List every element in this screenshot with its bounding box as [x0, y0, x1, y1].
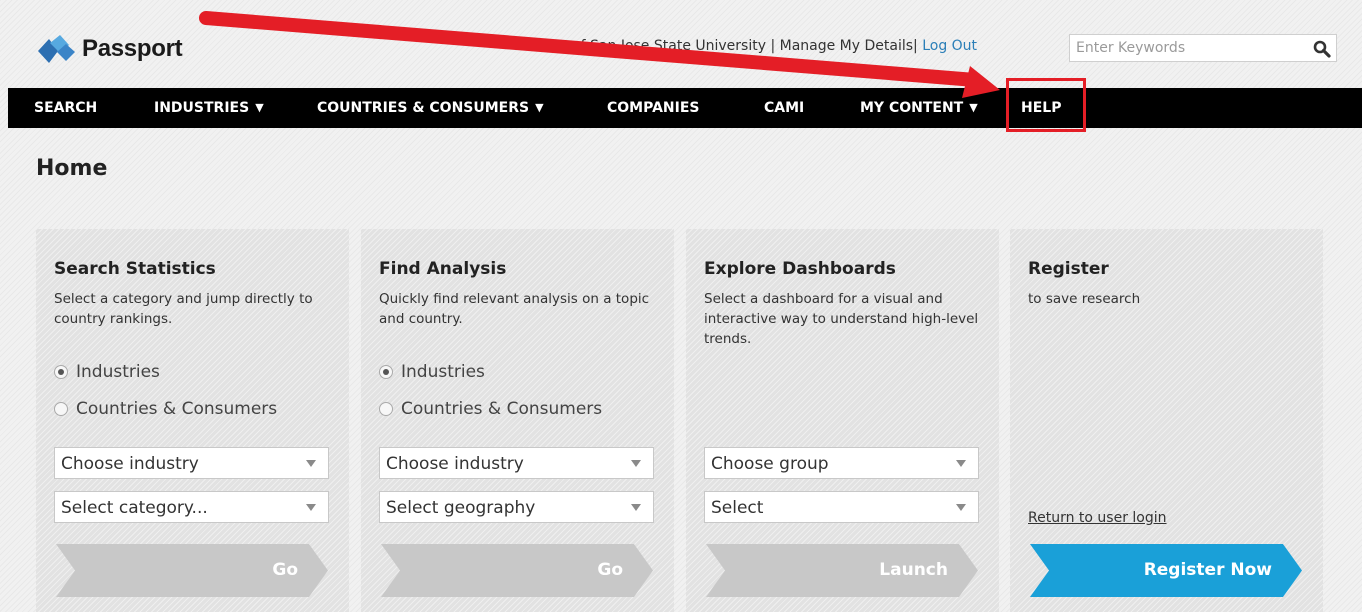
- select-arrow-icon: [956, 504, 966, 511]
- radio-label: Industries: [401, 362, 485, 382]
- select-arrow-icon: [306, 460, 316, 467]
- nav-my-content[interactable]: MY CONTENT ▼: [860, 88, 978, 128]
- select-value: Choose group: [711, 454, 829, 474]
- select-arrow-icon: [306, 504, 316, 511]
- explore-dashboards-card: Explore Dashboards Select a dashboard fo…: [686, 229, 999, 612]
- nav-countries-consumers[interactable]: COUNTRIES & CONSUMERS ▼: [317, 88, 544, 128]
- dropdown-caret-icon: ▼: [969, 101, 978, 114]
- card-title: Search Statistics: [54, 259, 216, 279]
- launch-button-label: Launch: [879, 560, 948, 580]
- nav-cami-label: CAMI: [764, 100, 805, 116]
- nav-industries[interactable]: INDUSTRIES ▼: [154, 88, 264, 128]
- go-button-label: Go: [597, 560, 623, 580]
- select-arrow-icon: [631, 504, 641, 511]
- logout-link[interactable]: Log Out: [922, 38, 977, 54]
- radio-label: Countries & Consumers: [401, 399, 603, 419]
- radio-button-icon[interactable]: [379, 365, 393, 379]
- radio-industries[interactable]: Industries: [379, 362, 485, 382]
- select-value: Choose industry: [61, 454, 199, 474]
- nav-search-label: SEARCH: [34, 100, 98, 116]
- radio-countries-consumers[interactable]: Countries & Consumers: [379, 399, 602, 419]
- return-to-login-link[interactable]: Return to user login: [1028, 510, 1167, 526]
- card-title: Find Analysis: [379, 259, 507, 279]
- page-title: Home: [36, 156, 108, 181]
- radio-label: Countries & Consumers: [76, 399, 278, 419]
- radio-button-icon[interactable]: [54, 402, 68, 416]
- nav-search[interactable]: SEARCH: [34, 88, 97, 128]
- main-nav: SEARCH INDUSTRIES ▼ COUNTRIES & CONSUMERS…: [8, 88, 1362, 128]
- search-icon[interactable]: [1312, 39, 1332, 59]
- nav-companies[interactable]: COMPANIES: [607, 88, 700, 128]
- card-title: Register: [1028, 259, 1109, 279]
- logo-text: Passport: [82, 35, 183, 62]
- select-category-select[interactable]: Select category...: [54, 491, 329, 523]
- card-description: Select a category and jump directly to c…: [54, 291, 313, 327]
- search-input[interactable]: [1070, 35, 1312, 61]
- choose-industry-select[interactable]: Choose industry: [379, 447, 654, 479]
- nav-my-content-label: MY CONTENT: [860, 100, 964, 116]
- launch-button[interactable]: Launch: [706, 544, 978, 597]
- passport-logo[interactable]: Passport: [36, 32, 183, 66]
- select-value: Choose industry: [386, 454, 524, 474]
- register-now-button[interactable]: Register Now: [1030, 544, 1302, 597]
- go-button[interactable]: Go: [56, 544, 328, 597]
- go-button[interactable]: Go: [381, 544, 653, 597]
- go-button-label: Go: [272, 560, 298, 580]
- card-description: to save research: [1028, 291, 1141, 307]
- register-now-label: Register Now: [1143, 560, 1272, 580]
- card-description: Select a dashboard for a visual and inte…: [704, 291, 979, 347]
- radio-label: Industries: [76, 362, 160, 382]
- radio-button-icon[interactable]: [379, 402, 393, 416]
- search-statistics-card: Search Statistics Select a category and …: [36, 229, 349, 612]
- find-analysis-card: Find Analysis Quickly find relevant anal…: [361, 229, 674, 612]
- radio-industries[interactable]: Industries: [54, 362, 160, 382]
- account-links: Part of San Jose State University | Mana…: [540, 38, 977, 54]
- choose-industry-select[interactable]: Choose industry: [54, 447, 329, 479]
- account-text: Part of San Jose State University | Mana…: [540, 38, 918, 54]
- card-description: Quickly find relevant analysis on a topi…: [379, 291, 650, 327]
- nav-countries-consumers-label: COUNTRIES & CONSUMERS: [317, 100, 530, 116]
- select-dashboard-select[interactable]: Select: [704, 491, 979, 523]
- dropdown-caret-icon: ▼: [535, 101, 544, 114]
- select-geography-select[interactable]: Select geography: [379, 491, 654, 523]
- register-card: Register to save research Return to user…: [1010, 229, 1323, 612]
- card-title: Explore Dashboards: [704, 259, 896, 279]
- select-value: Select geography: [386, 498, 536, 518]
- select-value: Select: [711, 498, 764, 518]
- select-arrow-icon: [631, 460, 641, 467]
- radio-button-icon[interactable]: [54, 365, 68, 379]
- select-arrow-icon: [956, 460, 966, 467]
- passport-logo-icon: [38, 35, 75, 63]
- radio-countries-consumers[interactable]: Countries & Consumers: [54, 399, 277, 419]
- dropdown-caret-icon: ▼: [255, 101, 264, 114]
- choose-group-select[interactable]: Choose group: [704, 447, 979, 479]
- help-highlight-box: [1006, 78, 1086, 132]
- select-value: Select category...: [61, 498, 208, 518]
- keyword-search: [1069, 34, 1337, 62]
- nav-companies-label: COMPANIES: [607, 100, 700, 116]
- nav-cami[interactable]: CAMI: [764, 88, 804, 128]
- nav-industries-label: INDUSTRIES: [154, 100, 250, 116]
